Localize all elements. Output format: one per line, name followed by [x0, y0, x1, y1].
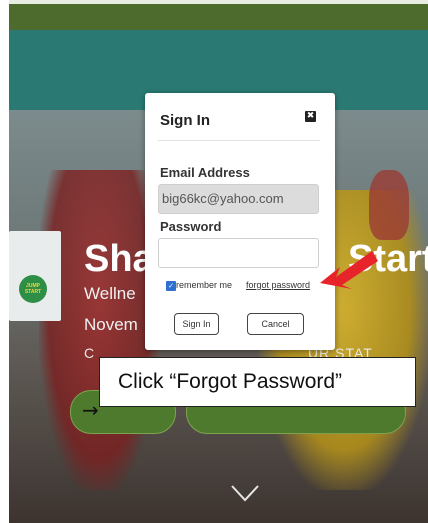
jumpstart-logo: JUMP START — [19, 275, 47, 303]
remember-me-label: remember me — [176, 280, 233, 290]
email-label: Email Address — [160, 165, 250, 180]
close-icon[interactable]: ✖ — [305, 111, 316, 122]
cancel-button[interactable]: Cancel — [247, 313, 304, 335]
top-nav-bar — [9, 0, 428, 30]
remember-me-checkbox[interactable]: ✓ — [166, 281, 176, 291]
password-label: Password — [160, 219, 222, 234]
modal-divider — [158, 140, 320, 141]
chevron-down-icon[interactable] — [230, 483, 260, 503]
arrow-right-icon: → — [82, 398, 99, 422]
hero-title-left: Sha — [84, 238, 154, 280]
password-field[interactable] — [158, 238, 319, 268]
sign-in-button[interactable]: Sign In — [174, 313, 219, 335]
hero-subtitle-line1: Wellne — [84, 284, 136, 303]
email-field[interactable]: big66kc@yahoo.com — [158, 184, 319, 214]
red-arrow-icon — [320, 251, 378, 289]
forgot-password-link[interactable]: forgot password — [246, 280, 310, 290]
modal-title: Sign In — [160, 112, 210, 129]
hero-subtitle-line3-left: C — [84, 345, 96, 361]
hero-raised-hand — [369, 170, 409, 240]
hero-subtitle-line2: Novem — [84, 315, 138, 334]
top-nav-stripe — [9, 0, 428, 4]
instruction-callout: Click “Forgot Password” — [99, 357, 416, 407]
